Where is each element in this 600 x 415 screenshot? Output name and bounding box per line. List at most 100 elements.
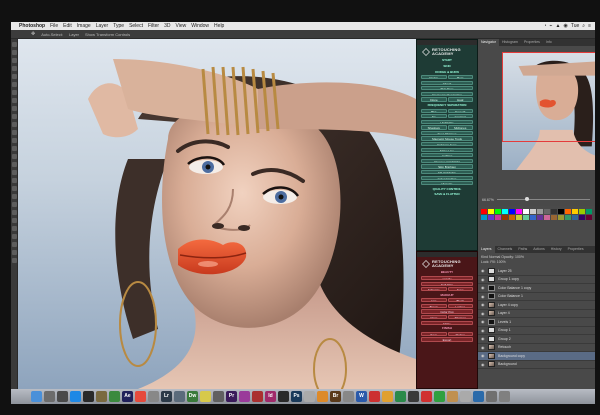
color-swatch[interactable]	[586, 209, 592, 214]
color-swatch[interactable]	[544, 215, 550, 220]
zoom-slider-handle[interactable]	[524, 197, 529, 201]
tool-icon[interactable]	[12, 258, 17, 263]
color-swatch[interactable]	[586, 215, 592, 220]
layer-row[interactable]: ◉ Background copy	[478, 352, 595, 361]
tool-icon[interactable]	[12, 82, 17, 87]
dock-app-icon[interactable]	[96, 391, 107, 402]
menubar-status-item[interactable]: ⌕	[582, 22, 585, 30]
menubar-status-item[interactable]: Tue	[571, 22, 579, 30]
tool-icon[interactable]	[12, 186, 17, 191]
tool-icon[interactable]	[12, 98, 17, 103]
action-button[interactable]: Export	[421, 337, 473, 342]
dock-app-icon[interactable]	[304, 391, 315, 402]
dock-app-icon[interactable]	[44, 391, 55, 402]
action-button[interactable]: Brows	[421, 303, 447, 309]
menu-item[interactable]: Type	[113, 22, 124, 30]
color-swatch[interactable]	[509, 209, 515, 214]
move-tool-icon[interactable]: ✥	[31, 31, 35, 37]
dock-app-icon[interactable]	[460, 391, 471, 402]
action-button[interactable]: Fix	[421, 114, 447, 119]
tool-icon[interactable]	[12, 250, 17, 255]
layer-row[interactable]: ◉ Retouch	[478, 344, 595, 352]
color-swatch[interactable]	[530, 209, 536, 214]
dock-app-icon[interactable]: Id	[265, 391, 276, 402]
layer-row[interactable]: ◉ Color Balance 1 copy	[478, 284, 595, 293]
dock-app-icon[interactable]: Ps	[291, 391, 302, 402]
tool-icon[interactable]	[12, 66, 17, 71]
layer-row[interactable]: ◉ Group 1	[478, 327, 595, 335]
menu-item[interactable]: File	[50, 22, 58, 30]
menubar-status-item[interactable]: ≡	[588, 22, 591, 30]
eye-icon[interactable]: ◉	[481, 302, 485, 307]
eye-icon[interactable]: ◉	[481, 362, 485, 367]
tool-icon[interactable]	[12, 218, 17, 223]
action-button[interactable]: Contrast	[447, 114, 473, 119]
action-button[interactable]: Blur	[421, 108, 447, 113]
menu-item[interactable]: Help	[214, 22, 224, 30]
dock-app-icon[interactable]	[421, 391, 432, 402]
menu-item[interactable]: Window	[191, 22, 209, 30]
color-swatch[interactable]	[488, 209, 494, 214]
color-swatch[interactable]	[544, 209, 550, 214]
tool-icon[interactable]	[12, 138, 17, 143]
eye-icon[interactable]: ◉	[481, 353, 485, 358]
tool-icon[interactable]	[12, 210, 17, 215]
tab-histogram[interactable]: Histogram	[499, 39, 521, 46]
menu-item[interactable]: Select	[129, 22, 143, 30]
layer-row[interactable]: ◉ Layer 25	[478, 267, 595, 276]
color-swatch[interactable]	[579, 215, 585, 220]
action-button[interactable]: Color Grading	[421, 175, 473, 180]
tab-history[interactable]: History	[548, 246, 565, 253]
action-button[interactable]: Enhance Eyes	[421, 142, 473, 147]
menubar-status-item[interactable]: ◉	[563, 22, 567, 30]
action-button[interactable]: Remove Catchlight	[421, 158, 473, 163]
action-button[interactable]: Matte	[421, 320, 473, 325]
color-swatch[interactable]	[509, 215, 515, 220]
tab-info[interactable]: Info	[543, 39, 555, 46]
tool-icon[interactable]	[12, 146, 17, 151]
dock-app-icon[interactable]	[486, 391, 497, 402]
color-swatch[interactable]	[551, 209, 557, 214]
color-swatch[interactable]	[530, 215, 536, 220]
tool-icon[interactable]	[12, 202, 17, 207]
document-canvas[interactable]	[18, 39, 416, 389]
action-button[interactable]: Magnetic Mouse Tools	[421, 136, 473, 141]
tool-icon[interactable]	[12, 178, 17, 183]
action-button[interactable]: Highlights	[421, 119, 473, 124]
dock-app-icon[interactable]	[148, 391, 159, 402]
action-button[interactable]: Soft Skin	[421, 281, 473, 286]
color-swatch[interactable]	[502, 209, 508, 214]
layer-row[interactable]: ◉ Color Balance 1	[478, 293, 595, 301]
tool-icon[interactable]	[12, 58, 17, 63]
tab-properties[interactable]: Properties	[521, 39, 543, 46]
tool-icon[interactable]	[12, 234, 17, 239]
tab-layers[interactable]: Layers	[478, 246, 495, 253]
layer-row[interactable]: ◉ Group 1 copy	[478, 276, 595, 284]
eye-icon[interactable]: ◉	[481, 294, 485, 299]
navigator-viewport-box[interactable]	[502, 52, 595, 142]
action-button[interactable]: Sharpen	[447, 315, 473, 320]
dock-app-icon[interactable]	[473, 391, 484, 402]
menu-item[interactable]: Filter	[148, 22, 159, 30]
dock-app-icon[interactable]: Lr	[161, 391, 172, 402]
action-button[interactable]: Liquify	[421, 275, 473, 281]
eye-icon[interactable]: ◉	[481, 285, 485, 290]
action-button[interactable]: Burn	[447, 75, 473, 80]
color-swatch[interactable]	[481, 215, 487, 220]
action-button[interactable]: Lighting	[421, 153, 473, 158]
eye-icon[interactable]: ◉	[481, 336, 485, 341]
action-button[interactable]: Skin Tone	[421, 86, 473, 91]
action-button[interactable]: Color Pop	[421, 309, 473, 314]
zoom-value[interactable]: 66.67%	[482, 198, 494, 202]
layer-row[interactable]: ◉ Layer 4	[478, 310, 595, 318]
action-button[interactable]: Clone	[421, 97, 447, 102]
dock-app-icon[interactable]	[70, 391, 81, 402]
tool-icon[interactable]	[12, 74, 17, 79]
tool-icon[interactable]	[12, 226, 17, 231]
action-button[interactable]: Heal	[447, 97, 473, 102]
color-swatch[interactable]	[516, 209, 522, 214]
color-swatch[interactable]	[523, 209, 529, 214]
action-button[interactable]: Vignette	[421, 181, 473, 186]
dock-app-icon[interactable]	[447, 391, 458, 402]
layer-row[interactable]: ◉ Group 2	[478, 335, 595, 344]
